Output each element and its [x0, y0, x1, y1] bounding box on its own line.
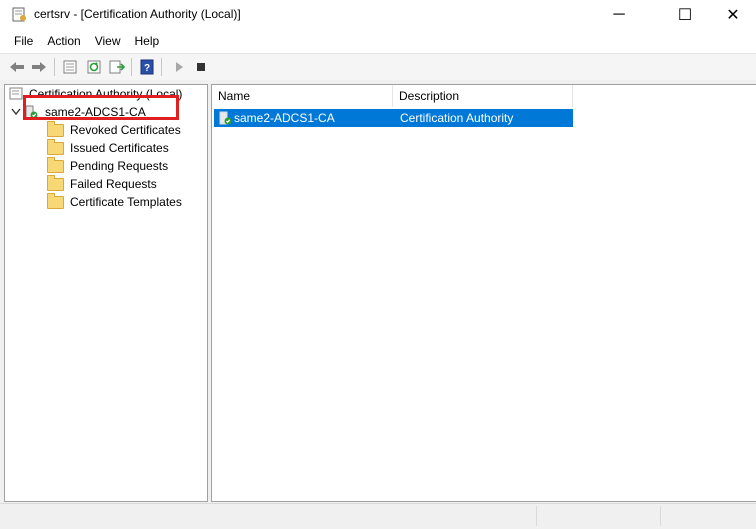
start-service-icon[interactable] [170, 58, 188, 76]
export-list-icon[interactable] [108, 58, 126, 76]
tree-folder-pending[interactable]: Pending Requests [47, 156, 169, 175]
tree-folder-label: Failed Requests [70, 177, 157, 191]
maximize-icon: ☐ [677, 7, 693, 24]
tree-folder-label: Issued Certificates [70, 141, 169, 155]
tree-folder-failed[interactable]: Failed Requests [47, 174, 157, 193]
folder-icon [47, 138, 64, 155]
console-tree: Certification Authority (Local) same2-AD… [4, 84, 208, 502]
highlight-annotation-box [23, 95, 179, 120]
menu-action[interactable]: Action [40, 34, 87, 48]
column-header-description[interactable]: Description [393, 85, 573, 107]
column-header-name[interactable]: Name [212, 85, 393, 107]
chevron-down-icon[interactable] [11, 105, 23, 119]
tree-folder-issued[interactable]: Issued Certificates [47, 138, 169, 157]
cell-name: same2-ADCS1-CA [234, 111, 335, 125]
status-divider [536, 506, 537, 526]
result-list: Name Description same2-ADCS1-CA Certific… [211, 84, 756, 502]
window-title: certsrv - [Certification Authority (Loca… [34, 7, 241, 21]
toolbar-separator [54, 58, 55, 76]
refresh-icon[interactable] [85, 58, 103, 76]
folder-icon [47, 174, 64, 191]
toolbar-separator [131, 58, 132, 76]
stop-service-icon[interactable] [192, 58, 210, 76]
help-icon[interactable]: ? [138, 58, 156, 76]
maximize-button[interactable]: ☐ [662, 0, 708, 30]
minimize-icon: ─ [613, 6, 625, 23]
tree-folder-revoked[interactable]: Revoked Certificates [47, 120, 181, 139]
title-bar: certsrv - [Certification Authority (Loca… [0, 0, 756, 30]
close-icon: ✕ [726, 7, 740, 24]
menu-view[interactable]: View [88, 34, 128, 48]
svg-text:?: ? [144, 63, 150, 74]
folder-icon [47, 192, 64, 209]
list-item[interactable]: same2-ADCS1-CA Certification Authority [214, 109, 573, 127]
show-hide-console-tree-icon[interactable] [61, 58, 79, 76]
status-divider [660, 506, 661, 526]
back-arrow-icon[interactable] [8, 58, 26, 76]
tree-folder-templates[interactable]: Certificate Templates [47, 192, 182, 211]
tree-folder-label: Certificate Templates [70, 195, 182, 209]
menu-bar: File Action View Help [0, 30, 756, 52]
forward-arrow-icon[interactable] [30, 58, 48, 76]
toolbar: ? [0, 53, 756, 81]
menu-file[interactable]: File [0, 34, 40, 48]
ca-server-icon [217, 110, 233, 129]
content-area: Certification Authority (Local) same2-AD… [0, 80, 756, 503]
tree-folder-label: Revoked Certificates [70, 123, 181, 137]
toolbar-separator [161, 58, 162, 76]
folder-icon [47, 120, 64, 137]
close-button[interactable]: ✕ [710, 0, 756, 30]
certsrv-app-icon [12, 7, 28, 23]
folder-icon [47, 156, 64, 173]
cell-description: Certification Authority [400, 111, 514, 125]
menu-help[interactable]: Help [128, 34, 167, 48]
minimize-button[interactable]: ─ [596, 0, 642, 30]
status-bar [0, 503, 756, 529]
tree-folder-label: Pending Requests [70, 159, 169, 173]
